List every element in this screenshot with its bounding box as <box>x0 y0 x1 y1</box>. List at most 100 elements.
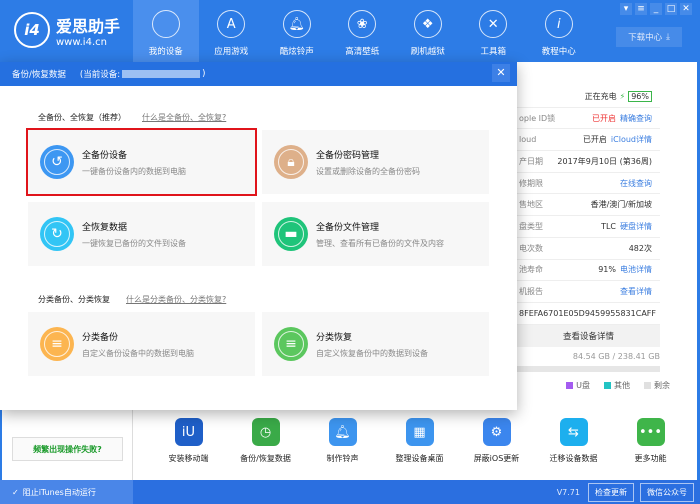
nav-tutorials[interactable]: i 教程中心 <box>526 0 592 62</box>
full-backup-card[interactable]: ↺ 全备份设备 一键备份设备内的数据到电脑 <box>26 128 257 196</box>
logo: i4 爱思助手 www.i4.cn <box>14 12 120 48</box>
category-backup-card[interactable]: ≡ 分类备份自定义备份设备中的数据到电脑 <box>28 312 255 376</box>
skin-icon[interactable]: ▾ <box>620 3 632 15</box>
card-title: 分类恢复 <box>316 332 353 343</box>
card-desc: 一键备份设备内的数据到电脑 <box>82 166 186 176</box>
block-itunes-toggle[interactable]: ✓ 阻止iTunes自动运行 <box>0 480 133 504</box>
card-title: 分类备份 <box>82 332 119 343</box>
full-restore-card[interactable]: ↻ 全恢复数据 一键恢复已备份的文件到设备 <box>28 202 255 266</box>
nav-ringtones[interactable]: 🔔︎ 酷炫铃声 <box>264 0 330 62</box>
card-title: 全备份文件管理 <box>316 222 380 233</box>
gear-icon: ⚙ <box>482 418 511 446</box>
maximize-icon[interactable]: □ <box>665 3 677 15</box>
tool-bell[interactable]: 🔔︎ 制作铃声 <box>304 418 381 464</box>
info-link[interactable]: 电池详情 <box>620 265 652 274</box>
info-value: 2017年9月10日 (第36周) <box>557 156 652 166</box>
nav-flash-jailbreak[interactable]: ❖ 刷机越狱 <box>395 0 461 62</box>
legend-udisk: U盘 <box>566 380 590 391</box>
card-icon: 🔒︎ <box>274 145 308 179</box>
device-info-row: 机报告 查看详情 <box>517 281 660 303</box>
apple-icon <box>151 10 180 38</box>
info-link[interactable]: 在线查询 <box>620 179 652 188</box>
tool-phones[interactable]: ⇆ 迁移设备数据 <box>535 418 612 464</box>
tool-label: 制作铃声 <box>326 454 359 463</box>
info-label: 机报告 <box>519 287 543 297</box>
info-value: TLC <box>601 221 616 231</box>
clock-icon: ◷ <box>251 418 280 446</box>
title-bar: i4 爱思助手 www.i4.cn 我的设备 A 应用游戏 🔔︎ 酷炫铃声 ❀ 高清壁纸… <box>0 0 700 62</box>
tool-clock[interactable]: ◷ 备份/恢复数据 <box>227 418 304 464</box>
main-nav: 我的设备 A 应用游戏 🔔︎ 酷炫铃声 ❀ 高清壁纸 ❖ 刷机越狱 ✕ 工具箱 i 教程中心 <box>133 0 592 62</box>
tool-label: 迁移设备数据 <box>549 454 598 463</box>
info-link[interactable]: iCloud详情 <box>611 135 652 144</box>
left-bottom-panel: 频繁出现操作失败? <box>0 410 133 480</box>
download-icon: ⤓ <box>666 32 670 42</box>
info-value: 482次 <box>628 243 652 253</box>
info-value-group: 已开启 精确查询 <box>592 113 652 124</box>
nav-wallpapers[interactable]: ❀ 高清壁纸 <box>330 0 396 62</box>
category-backup-help-link[interactable]: 什么是分类备份、分类恢复? <box>126 295 226 304</box>
nav-label: 刷机越狱 <box>410 47 445 57</box>
card-title: 全备份密码管理 <box>316 150 380 161</box>
frequent-failure-button[interactable]: 频繁出现操作失败? <box>12 437 123 461</box>
info-value-group: 91% 电池详情 <box>598 264 652 275</box>
flower-icon: ❀ <box>348 10 377 38</box>
full-backup-help-link[interactable]: 什么是全备份、全恢复? <box>142 113 226 122</box>
info-icon: i <box>544 10 573 38</box>
close-icon[interactable]: ✕ <box>680 3 692 15</box>
nav-label: 酷炫铃声 <box>279 47 314 57</box>
tool-label: 更多功能 <box>634 454 667 463</box>
tool-more[interactable]: ••• 更多功能 <box>612 418 689 464</box>
card-desc: 自定义恢复备份中的数据到设备 <box>316 348 428 358</box>
dialog-close-button[interactable]: ✕ <box>492 64 510 82</box>
category-restore-card[interactable]: ≡ 分类恢复 自定义恢复备份中的数据到设备 <box>262 312 489 376</box>
info-value-group: 已开启 iCloud详情 <box>583 134 652 145</box>
nav-label: 应用游戏 <box>214 47 249 57</box>
backup-password-card[interactable]: 🔒︎ 全备份密码管理设置或删除设备的全备份密码 <box>262 130 489 194</box>
nav-my-device[interactable]: 我的设备 <box>133 0 199 62</box>
card-desc: 一键恢复已备份的文件到设备 <box>82 238 186 248</box>
nav-apps-games[interactable]: A 应用游戏 <box>199 0 265 62</box>
nav-label: 教程中心 <box>541 47 576 57</box>
storage-bar <box>517 365 660 372</box>
serial-number: 8FEFA6701E05D9459955831CAFF <box>519 308 656 318</box>
version-label: V7.71 <box>556 487 580 497</box>
tool-label: 整理设备桌面 <box>395 454 444 463</box>
card-desc: 设置或删除设备的全备份密码 <box>316 166 420 176</box>
section-category-backup: 分类备份、分类恢复 什么是分类备份、分类恢复? <box>38 294 226 305</box>
info-value-group: 香港/澳门/新加坡 <box>591 199 652 210</box>
legend-other: 其他 <box>604 380 630 391</box>
grid-icon: ▦ <box>405 418 434 446</box>
tool-i4[interactable]: iU 安装移动端 <box>150 418 227 464</box>
menu-icon[interactable]: ≡ <box>635 3 647 15</box>
info-label: loud <box>519 135 537 145</box>
tool-grid[interactable]: ▦ 整理设备桌面 <box>381 418 458 464</box>
dialog-header: 备份/恢复数据 (当前设备: ) ✕ <box>0 62 517 86</box>
dialog-title: 备份/恢复数据 <box>12 70 66 80</box>
check-circle-icon: ✓ <box>12 487 19 497</box>
device-prefix: (当前设备: <box>79 70 121 80</box>
backup-files-card[interactable]: ▬ 全备份文件管理 管理、查看所有已备份的文件及内容 <box>262 202 489 266</box>
device-info-row: 售地区 香港/澳门/新加坡 <box>517 194 660 217</box>
card-desc: 自定义备份设备中的数据到电脑 <box>82 348 194 358</box>
nav-toolbox[interactable]: ✕ 工具箱 <box>461 0 527 62</box>
i4-logo-icon: i4 <box>14 12 50 48</box>
device-info-row: 产日期 2017年9月10日 (第36周) <box>517 151 660 173</box>
info-link[interactable]: 精确查询 <box>620 114 652 123</box>
info-link[interactable]: 硬盘详情 <box>620 222 652 231</box>
download-center-button[interactable]: 下载中心 ⤓ <box>616 27 682 47</box>
check-update-button[interactable]: 检查更新 <box>588 482 634 502</box>
info-link[interactable]: 查看详情 <box>620 287 652 296</box>
quick-tools: iU 安装移动端 ◷ 备份/恢复数据 🔔︎ 制作铃声 ▦ 整理设备桌面 ⚙ 屏蔽iOS更新 ⇆ 迁移设… <box>150 418 689 464</box>
app-name: 爱思助手 <box>56 16 121 36</box>
card-icon: ≡ <box>40 327 74 361</box>
wechat-button[interactable]: 微信公众号 <box>640 482 694 502</box>
minimize-icon[interactable]: _ <box>650 3 662 15</box>
device-info-row: 池寿命 91% 电池详情 <box>517 260 660 282</box>
nav-label: 我的设备 <box>148 47 183 57</box>
device-info-row: 盘类型 TLC 硬盘详情 <box>517 216 660 238</box>
tool-gear[interactable]: ⚙ 屏蔽iOS更新 <box>458 418 535 464</box>
info-value: 香港/澳门/新加坡 <box>590 200 652 210</box>
view-device-details-button[interactable]: 查看设备详情 <box>517 324 660 347</box>
nav-label: 工具箱 <box>480 47 506 57</box>
